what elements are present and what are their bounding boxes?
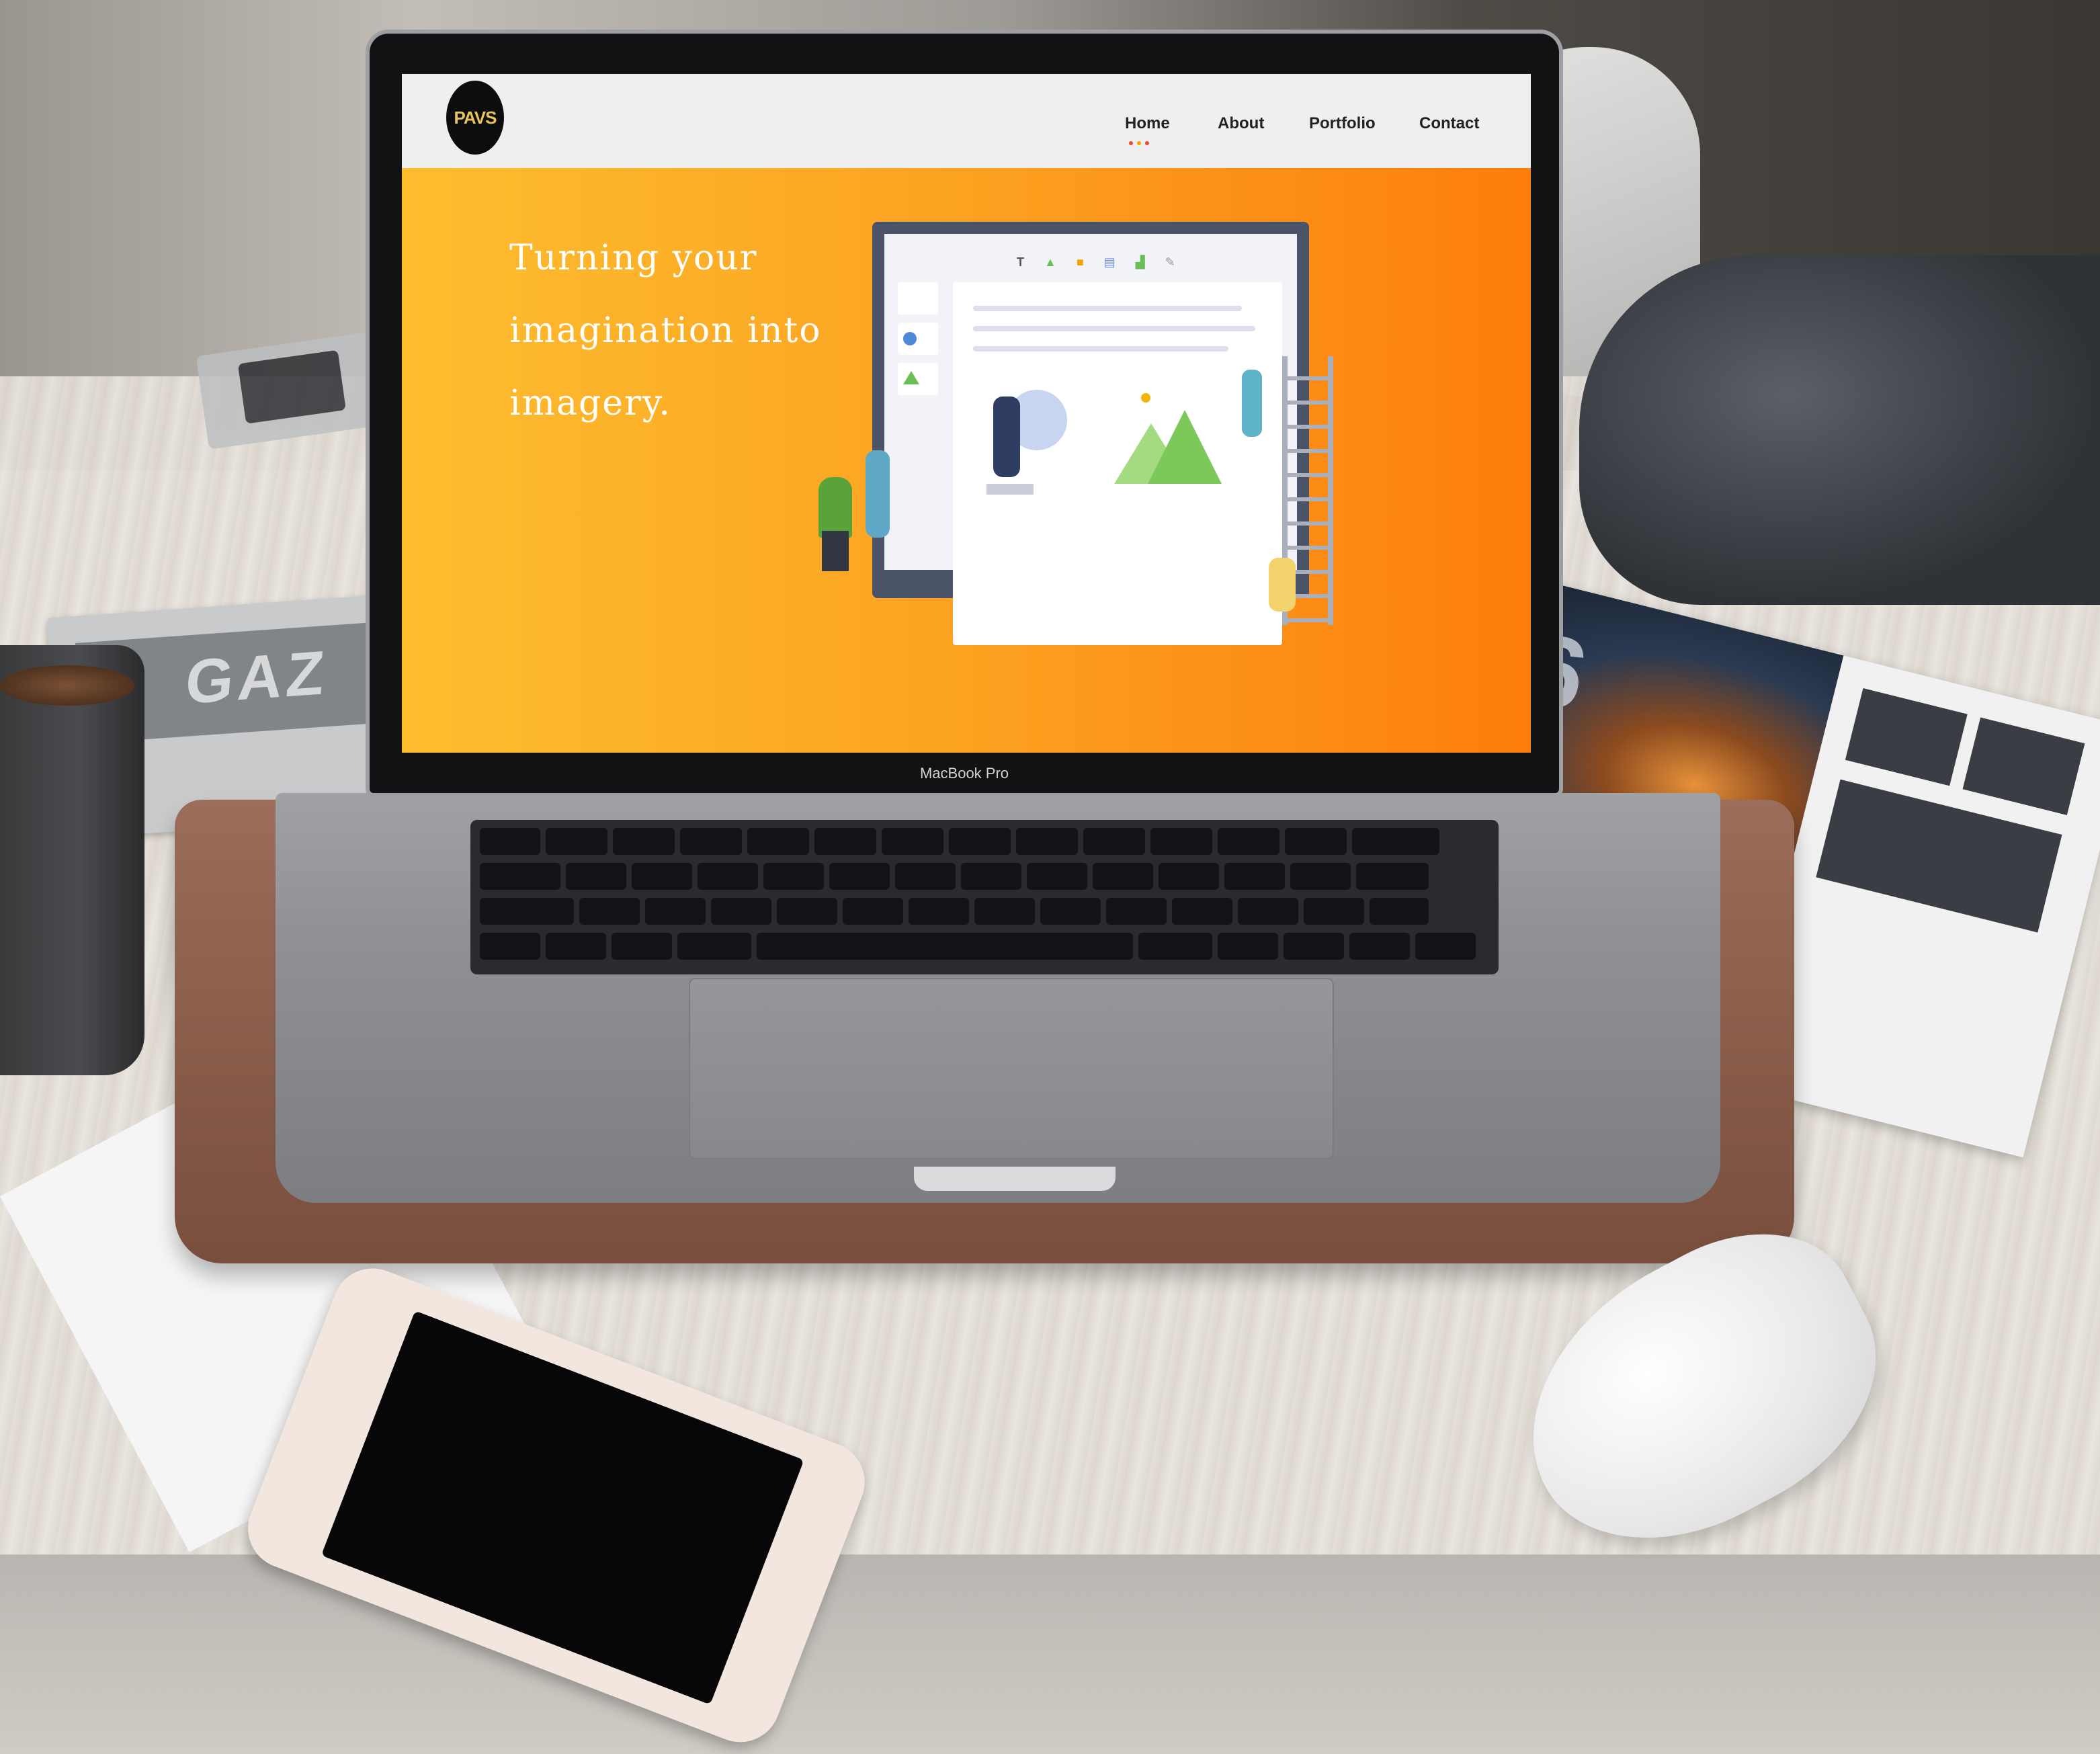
calendar-icon: ▤ (1103, 255, 1116, 269)
site-navbar: PAVS Home About Portfolio Contact (402, 74, 1531, 168)
magazine-left-title: GAZ (183, 638, 331, 718)
coffee-mug (0, 645, 144, 1075)
sidebar-card (898, 282, 938, 315)
dark-chair (1579, 255, 2100, 605)
person-seated-laptop (1269, 558, 1296, 612)
text-line (973, 326, 1255, 331)
magazine-thumbnail (1845, 687, 1968, 786)
nav-contact-link[interactable]: Contact (1419, 114, 1479, 133)
trackpad (689, 978, 1334, 1159)
edit-icon: ✎ (1165, 255, 1175, 269)
stool-graphic (986, 484, 1034, 495)
nav-portfolio-link[interactable]: Portfolio (1309, 114, 1376, 133)
person-standing (866, 450, 890, 538)
mountain-graphic (1148, 410, 1222, 484)
model-label: MacBook Pro (919, 765, 1009, 782)
illustration-toolbar: T ▲ ■ ▤ ▟ ✎ (1017, 255, 1175, 269)
text-icon: T (1017, 255, 1024, 269)
hero-headline: Turning your imagination into imagery. (509, 238, 822, 423)
plant-graphic (818, 477, 852, 538)
nav-about-link[interactable]: About (1218, 114, 1264, 133)
keyboard (470, 820, 1499, 974)
lid-notch (914, 1167, 1116, 1191)
person-on-ladder (1242, 370, 1262, 437)
sidebar-card (898, 323, 938, 355)
nav-active-indicator (1129, 141, 1149, 145)
image-icon: ▲ (1044, 255, 1056, 269)
text-line (973, 306, 1242, 311)
sidebar-card (898, 363, 938, 395)
document-icon: ■ (1076, 255, 1084, 269)
pot-graphic (822, 531, 849, 571)
sun-graphic (1141, 393, 1150, 403)
magazine-thumbnail (1962, 717, 2085, 815)
chart-icon: ▟ (1135, 255, 1145, 269)
hero-section: Turning your imagination into imagery. T… (402, 168, 1531, 753)
text-line (973, 346, 1228, 351)
person-kneeling (993, 396, 1020, 477)
site-logo[interactable]: PAVS (446, 81, 504, 155)
nav-home-link[interactable]: Home (1125, 114, 1170, 133)
laptop-screen: PAVS Home About Portfolio Contact Turnin… (402, 74, 1531, 753)
